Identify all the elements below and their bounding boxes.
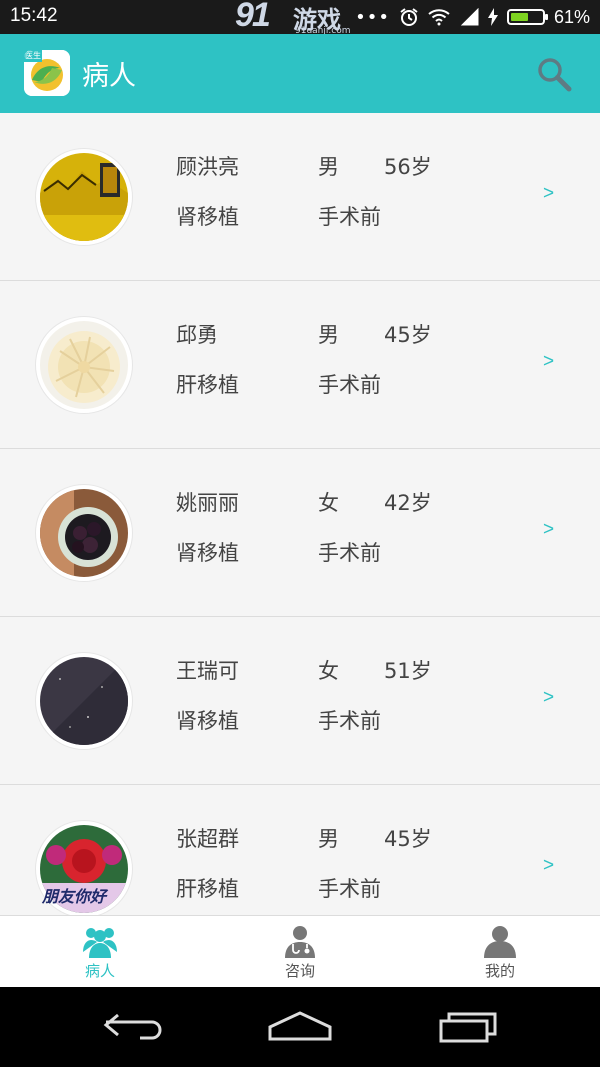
- battery-percent: 61%: [553, 6, 590, 27]
- patient-age: 45岁: [384, 827, 432, 851]
- battery-icon: [506, 9, 548, 25]
- app-logo-badge: 医生: [25, 51, 41, 60]
- wifi-icon: [428, 9, 450, 26]
- patient-avatar: 朋友你好: [36, 821, 132, 915]
- patient-sex: 男: [318, 827, 339, 851]
- home-icon[interactable]: [265, 1009, 335, 1045]
- tab-label: 病人: [84, 962, 115, 980]
- transplant-type: 肾移植: [176, 541, 239, 565]
- patient-name: 邱勇: [176, 323, 218, 347]
- chevron-right-icon[interactable]: >: [543, 855, 554, 877]
- alarm-icon: [400, 8, 418, 26]
- transplant-type: 肝移植: [176, 877, 239, 901]
- profile-icon: [484, 926, 516, 958]
- avatar-image: [40, 657, 128, 745]
- watermark-logo: 91 游戏 91danji.com: [235, 0, 367, 36]
- patient-avatar: [36, 317, 132, 413]
- patient-sex: 男: [318, 323, 339, 347]
- surgery-stage: 手术前: [318, 877, 381, 901]
- back-icon[interactable]: [100, 1009, 170, 1045]
- patient-avatar: [36, 149, 132, 245]
- patient-avatar: [36, 485, 132, 581]
- patient-name: 张超群: [176, 827, 239, 851]
- tab-profile[interactable]: 我的: [440, 924, 560, 984]
- patient-row[interactable]: 邱勇 男 45岁 肝移植 手术前 >: [0, 281, 600, 449]
- chevron-right-icon[interactable]: >: [543, 519, 554, 541]
- chevron-right-icon[interactable]: >: [543, 183, 554, 205]
- patients-icon: [83, 928, 117, 958]
- status-bar: 15:42 91 游戏 91danji.com ••• 61%: [0, 0, 600, 36]
- tab-consult[interactable]: 咨询: [240, 924, 360, 984]
- patient-sex: 女: [318, 659, 339, 683]
- app-logo: 医生: [24, 50, 70, 96]
- patient-sex: 女: [318, 491, 339, 515]
- page-title: 病人: [82, 61, 136, 92]
- surgery-stage: 手术前: [318, 205, 381, 229]
- transplant-type: 肾移植: [176, 709, 239, 733]
- surgery-stage: 手术前: [318, 709, 381, 733]
- surgery-stage: 手术前: [318, 373, 381, 397]
- avatar-image: [40, 489, 128, 577]
- status-time: 15:42: [10, 5, 58, 26]
- patient-row[interactable]: 朋友你好 张超群 男 45岁 肝移植 手术前 >: [0, 785, 600, 915]
- patient-sex: 男: [318, 155, 339, 179]
- charging-icon: [487, 8, 498, 26]
- patient-age: 56岁: [384, 155, 432, 179]
- more-notifications-icon: •••: [355, 6, 390, 28]
- patient-name: 顾洪亮: [176, 155, 239, 179]
- battery-level-fill: [510, 13, 528, 21]
- doctor-consult-icon: [285, 926, 315, 958]
- patient-avatar: [36, 653, 132, 749]
- tab-label: 咨询: [284, 962, 315, 980]
- patient-name: 姚丽丽: [176, 491, 239, 515]
- avatar-image: [40, 321, 128, 409]
- patient-row[interactable]: 王瑞可 女 51岁 肾移植 手术前 >: [0, 617, 600, 785]
- app-bar: 医生 病人: [0, 34, 600, 113]
- bottom-tab-bar: 病人 咨询 我的: [0, 915, 600, 987]
- patient-age: 51岁: [384, 659, 432, 683]
- signal-icon: [460, 8, 479, 26]
- surgery-stage: 手术前: [318, 541, 381, 565]
- watermark-number: 91: [235, 0, 271, 34]
- tab-patients[interactable]: 病人: [40, 924, 160, 984]
- transplant-type: 肾移植: [176, 205, 239, 229]
- patient-age: 45岁: [384, 323, 432, 347]
- chevron-right-icon[interactable]: >: [543, 687, 554, 709]
- system-nav-bar: [0, 987, 600, 1067]
- patient-name: 王瑞可: [176, 659, 239, 683]
- search-icon[interactable]: [536, 56, 572, 92]
- recents-icon[interactable]: [435, 1009, 505, 1045]
- patient-age: 42岁: [384, 491, 432, 515]
- patient-row[interactable]: 顾洪亮 男 56岁 肾移植 手术前 >: [0, 113, 600, 281]
- tab-label: 我的: [484, 962, 515, 980]
- transplant-type: 肝移植: [176, 373, 239, 397]
- avatar-caption: 朋友你好: [42, 887, 107, 906]
- patient-list[interactable]: 顾洪亮 男 56岁 肾移植 手术前 > 邱勇 男 45岁 肝移植 手术前 > 姚…: [0, 113, 600, 915]
- avatar-image: [40, 153, 128, 241]
- patient-row[interactable]: 姚丽丽 女 42岁 肾移植 手术前 >: [0, 449, 600, 617]
- chevron-right-icon[interactable]: >: [543, 351, 554, 373]
- system-icons: ••• 61%: [355, 6, 590, 28]
